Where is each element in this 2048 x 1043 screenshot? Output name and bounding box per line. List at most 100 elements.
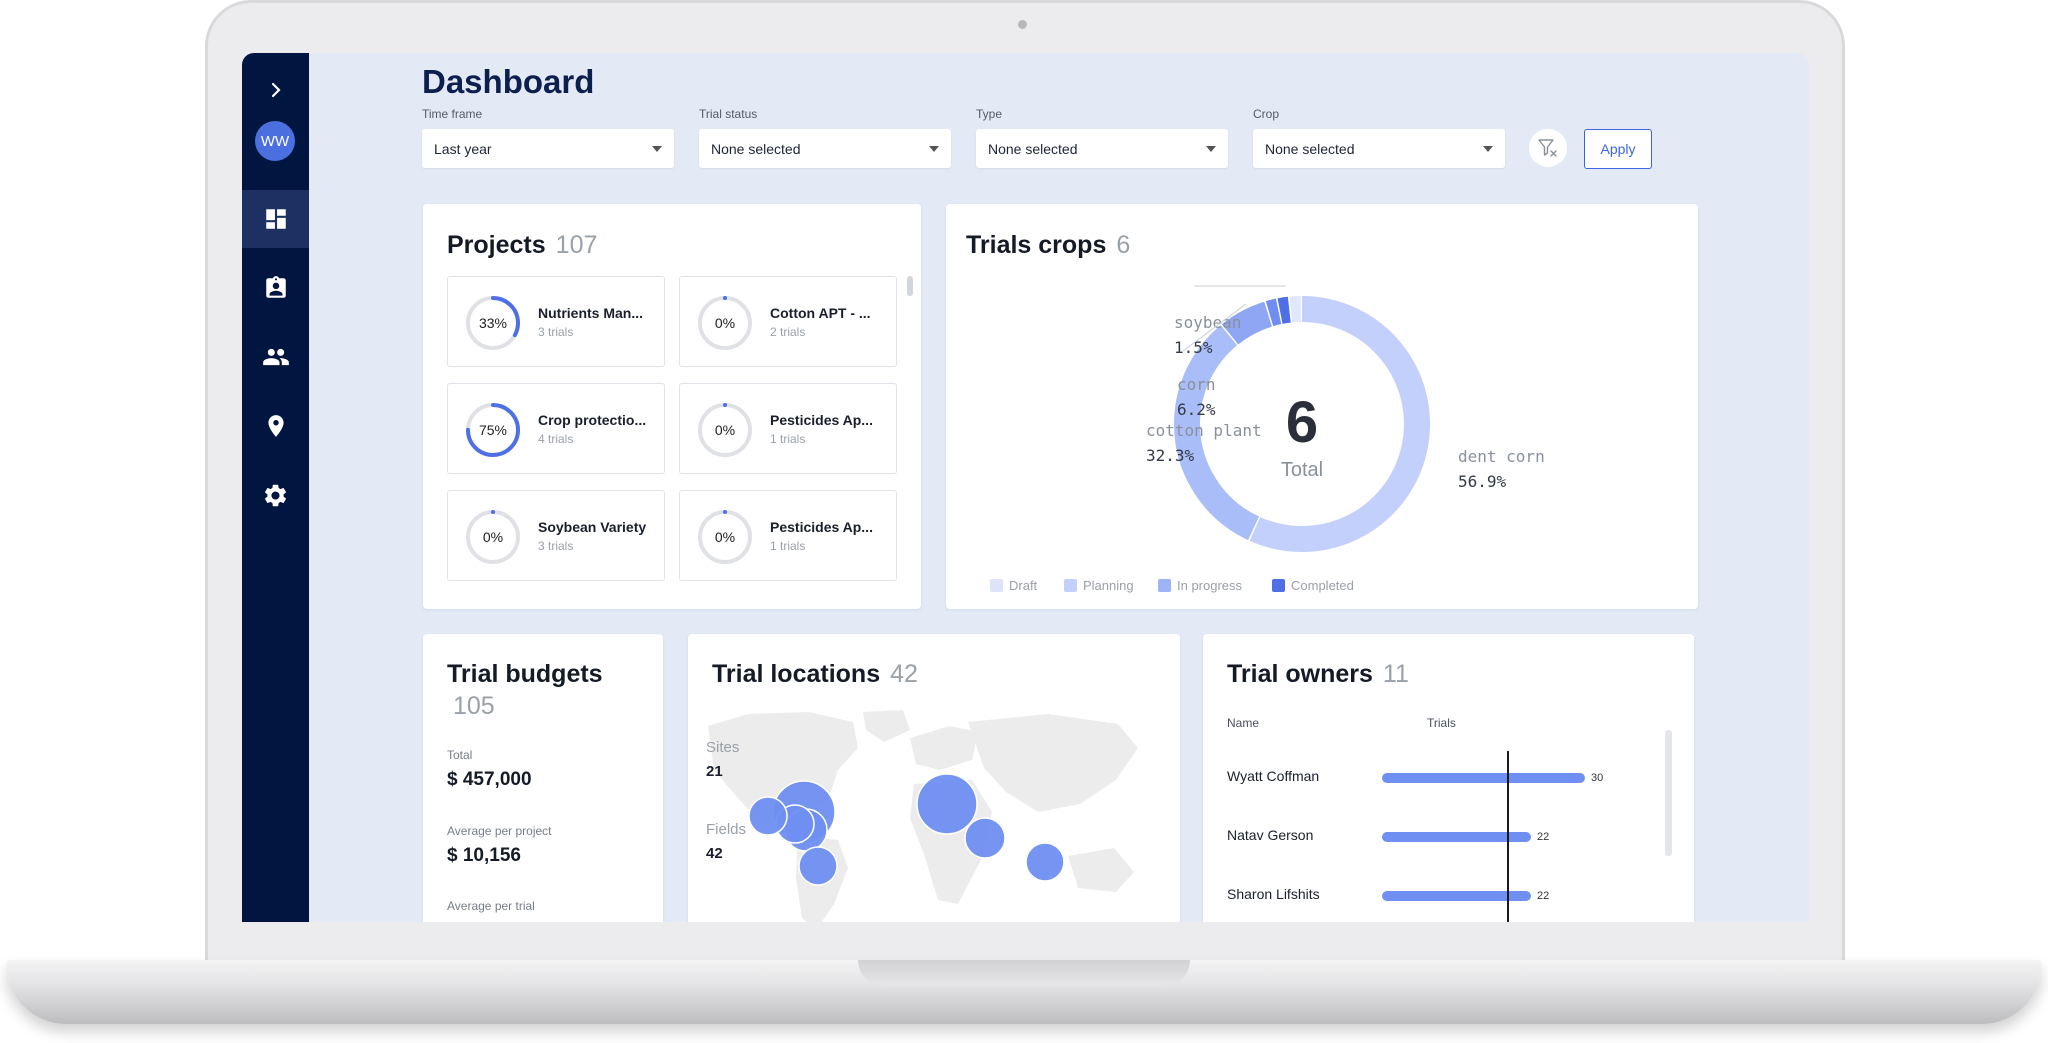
project-tile[interactable]: 0% Cotton APT - ... 2 trials — [679, 276, 897, 367]
location-bubble[interactable] — [1025, 842, 1065, 882]
legend-item[interactable]: Planning — [1064, 578, 1134, 593]
apply-button[interactable]: Apply — [1584, 129, 1652, 169]
legend-item[interactable]: In progress — [1158, 578, 1243, 593]
caret-down-icon — [1206, 145, 1216, 152]
sidebar-expand-button[interactable] — [242, 61, 309, 119]
legend-item[interactable]: Completed — [1272, 578, 1354, 593]
projects-card: Projects 107 33% Nutrients Man... 3 trials 0… — [423, 204, 921, 609]
total-value: $ 457,000 — [447, 769, 532, 790]
sidebar: WW — [242, 53, 309, 922]
location-bubble[interactable] — [748, 796, 788, 836]
owner-trials-bar[interactable] — [1382, 773, 1585, 783]
sidebar-item-locations[interactable] — [242, 397, 309, 455]
trial-budgets-count: 105 — [453, 692, 495, 720]
location-bubble[interactable] — [964, 817, 1006, 859]
legend-item[interactable]: Draft — [990, 578, 1038, 593]
progress-percent: 0% — [482, 529, 504, 545]
clear-filter-button[interactable] — [1529, 129, 1567, 167]
sidebar-item-users[interactable] — [242, 328, 309, 386]
filter-label: Crop — [1253, 107, 1280, 121]
select-value: None selected — [711, 140, 801, 157]
avg-per-project-value: $ 10,156 — [447, 845, 521, 866]
legend-label: Completed — [1291, 578, 1354, 593]
project-trials: 2 trials — [770, 325, 806, 339]
sidebar-item-dashboard[interactable] — [242, 190, 309, 248]
clipboard-icon — [265, 276, 286, 298]
project-tile[interactable]: 0% Pesticides Ap... 1 trials — [679, 490, 897, 581]
project-name: Pesticides Ap... — [770, 412, 873, 428]
owner-name: Natav Gerson — [1227, 827, 1314, 843]
crop-select[interactable]: None selected — [1253, 129, 1505, 168]
trials-crops-card: Trials crops 6 dent corn 56.9% cotton plant… — [946, 204, 1698, 609]
card-title-text: Projects — [447, 231, 546, 259]
progress-percent: 0% — [714, 529, 736, 545]
avatar[interactable]: WW — [255, 121, 295, 161]
select-value: Last year — [434, 140, 492, 157]
donut-center-value: 6 — [1286, 390, 1318, 455]
trial-budgets-title: Trial budgets — [447, 660, 603, 688]
time-frame-select[interactable]: Last year — [422, 129, 674, 168]
avg-per-project-label: Average per project — [447, 824, 552, 838]
projects-count: 107 — [555, 231, 598, 259]
caret-down-icon — [652, 145, 662, 152]
location-pin-icon — [267, 415, 284, 437]
people-icon — [262, 348, 289, 366]
filter-label: Trial status — [699, 107, 758, 121]
legend-swatch — [1064, 579, 1077, 592]
continent-asia — [968, 714, 1138, 812]
world-map[interactable]: Sites 21 Fields 42 — [688, 708, 1180, 922]
column-header-name: Name — [1227, 716, 1260, 730]
slice-label: corn — [1177, 375, 1216, 394]
select-value: None selected — [988, 140, 1078, 157]
project-name: Soybean Variety — [538, 519, 647, 535]
slice-percent: 56.9% — [1458, 472, 1507, 491]
project-tile[interactable]: 75% Crop protectio... 4 trials — [447, 383, 665, 474]
filter-label: Type — [976, 107, 1003, 121]
project-trials: 4 trials — [538, 432, 574, 446]
trials-crops-donut-chart: dent corn 56.9% cotton plant 32.3% corn 6.2% s… — [990, 285, 1545, 593]
laptop-camera — [1018, 20, 1027, 29]
legend-swatch — [990, 579, 1003, 592]
fields-label: Fields — [706, 821, 746, 838]
sidebar-item-settings[interactable] — [242, 466, 309, 524]
trial-status-select[interactable]: None selected — [699, 129, 951, 168]
sidebar-item-trials[interactable] — [242, 259, 309, 317]
chevron-right-icon — [271, 82, 281, 98]
fields-value: 42 — [706, 845, 723, 862]
project-tile[interactable]: 33% Nutrients Man... 3 trials — [447, 276, 665, 367]
type-select[interactable]: None selected — [976, 129, 1228, 168]
legend-swatch — [1272, 579, 1285, 592]
project-trials: 1 trials — [770, 539, 806, 553]
trial-owners-count: 11 — [1382, 660, 1409, 688]
continent-australia — [1068, 848, 1134, 892]
projects-title: Projects 107 — [447, 231, 597, 260]
project-name: Crop protectio... — [538, 412, 647, 428]
trial-locations-card: Trial locations 42 Sites 21 Fields 42 — [688, 634, 1180, 922]
slice-label: soybean — [1174, 313, 1241, 332]
page-title: Dashboard — [422, 63, 595, 100]
location-bubble[interactable] — [798, 846, 838, 886]
slice-label: dent corn — [1458, 447, 1545, 466]
project-name: Pesticides Ap... — [770, 519, 873, 535]
caret-down-icon — [929, 145, 939, 152]
progress-percent: 0% — [714, 315, 736, 331]
location-bubble[interactable] — [916, 773, 978, 835]
project-trials: 1 trials — [770, 432, 806, 446]
owners-scrollbar[interactable] — [1665, 730, 1672, 856]
avg-per-trial-label: Average per trial — [447, 899, 535, 913]
project-tile[interactable]: 0% Soybean Variety 3 trials — [447, 490, 665, 581]
filter-time-frame: Time frame Last year — [422, 107, 674, 168]
dashboard-icon — [265, 209, 286, 229]
owner-name: Wyatt Coffman — [1227, 768, 1320, 784]
filter-label: Time frame — [422, 107, 483, 121]
projects-scrollbar[interactable] — [907, 276, 913, 296]
legend-swatch — [1158, 579, 1171, 592]
project-tile[interactable]: 0% Pesticides Ap... 1 trials — [679, 383, 897, 474]
project-trials: 3 trials — [538, 539, 574, 553]
continent-europe — [910, 726, 978, 770]
laptop-hinge-notch — [858, 960, 1190, 986]
filter-crop: Crop None selected — [1253, 107, 1505, 168]
progress-percent: 75% — [478, 422, 508, 438]
total-label: Total — [447, 748, 473, 762]
average-line — [1507, 751, 1509, 922]
